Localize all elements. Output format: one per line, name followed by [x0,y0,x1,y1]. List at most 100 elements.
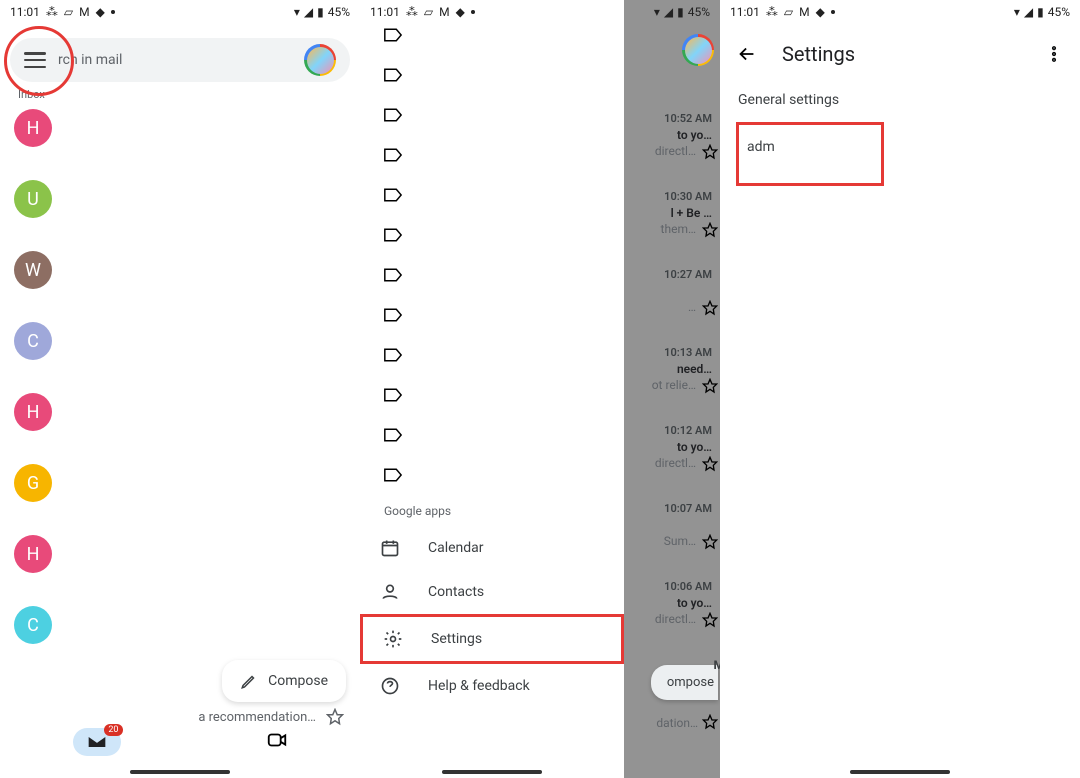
email-row[interactable]: 10:12 AMto yo…directl… [624,418,720,496]
sender-chip[interactable]: H [14,109,52,147]
slack-icon: ⁂ [46,5,58,19]
location-icon: ◆ [96,5,105,19]
nav-mail[interactable]: 20 [73,728,121,756]
notification-dot [471,10,475,14]
label-icon[interactable] [384,428,624,442]
sender-chip[interactable]: C [14,606,52,644]
star-icon[interactable] [702,456,718,472]
sender-chip[interactable]: C [14,322,52,360]
wifi-icon: ▾ [1014,5,1020,19]
avatar[interactable] [682,34,714,66]
sender-chip[interactable]: H [14,393,52,431]
email-row[interactable]: 10:52 AMto yo…directl… [624,106,720,184]
label-icon[interactable] [384,228,624,242]
back-icon[interactable] [736,43,758,65]
sender-chip[interactable]: G [14,464,52,502]
star-icon[interactable] [702,300,718,316]
label-icon[interactable] [384,268,624,282]
account-item[interactable]: adm [736,122,884,186]
gear-icon [383,629,403,649]
star-icon[interactable] [702,714,718,730]
drawer-label: Settings [431,631,482,647]
inbox-label: Inbox [18,88,360,101]
sender-chip[interactable]: H [14,535,52,573]
panel-drawer: 11:01 ⁂ ▱ M ◆ ▾ ◢ ▮ 45% [360,0,720,778]
email-row[interactable]: 10:07 AMSum… [624,496,720,574]
label-icon[interactable] [384,348,624,362]
app-icon: ▱ [784,5,793,19]
search-bar[interactable]: rch in mail [10,38,350,82]
email-row[interactable]: 10:13 AMneed…ot relie… [624,340,720,418]
section-google-apps: Google apps [384,504,624,518]
panel-inbox: 11:01 ⁂ ▱ M ◆ ▾ ◢ ▮ 45% rch in mail Inbo… [0,0,360,778]
overflow-icon[interactable] [1044,44,1064,64]
settings-header: Settings [720,24,1080,84]
drawer-label: Help & feedback [428,678,530,694]
help-icon [380,676,400,696]
status-time: 11:01 [730,5,760,19]
panel-settings: 11:01 ⁂ ▱ M ◆ ▾ ◢ ▮ 45% Settings General… [720,0,1080,778]
star-icon[interactable] [702,612,718,628]
avatar[interactable] [304,44,336,76]
star-icon[interactable] [702,144,718,160]
drawer-item-help[interactable]: Help & feedback [360,664,624,708]
label-icon[interactable] [384,148,624,162]
status-bar: 11:01 ⁂ ▱ M ◆ ▾ ◢ ▮ 45% [360,0,720,24]
star-icon[interactable] [702,534,718,550]
gesture-handle[interactable] [130,770,230,774]
label-icon[interactable] [384,188,624,202]
drawer-item-calendar[interactable]: Calendar [360,526,624,570]
snippet-text: dation… [656,716,698,730]
battery-pct: 45% [328,5,350,19]
compose-label: Compose [268,673,328,689]
status-time: 11:01 [10,5,40,19]
compose-button[interactable]: ompose [651,665,718,700]
sender-chip[interactable]: U [14,180,52,218]
email-row[interactable]: 10:27 AM… [624,262,720,340]
sender-chips: H U W C H G H C [0,101,360,644]
general-settings-item[interactable]: General settings [736,84,1064,122]
label-icon[interactable] [384,468,624,482]
page-title: Settings [782,42,855,66]
notification-dot [831,10,835,14]
app-icon: ▱ [424,5,433,19]
sender-chip[interactable]: W [14,251,52,289]
location-icon: ◆ [816,5,825,19]
label-icon[interactable] [384,68,624,82]
account-label: adm [747,139,775,155]
nav-drawer: Google apps Calendar Contacts Settings H… [360,0,624,778]
contacts-icon [380,582,400,602]
status-bar: 11:01 ⁂ ▱ M ◆ ▾ ◢ ▮ 45% [720,0,1080,24]
status-bar: 11:01 ⁂ ▱ M ◆ ▾ ◢ ▮ 45% [0,0,360,24]
compose-button[interactable]: Compose [222,660,346,702]
slack-icon: ⁂ [406,5,418,19]
gesture-handle[interactable] [850,770,950,774]
label-list [360,28,624,482]
email-row[interactable]: 10:30 AMl + Be …them… [624,184,720,262]
drawer-label: Calendar [428,540,484,556]
label-icon[interactable] [384,28,624,42]
signal-icon: ◢ [1024,5,1033,19]
battery-icon: ▮ [1037,5,1044,19]
battery-pct: 45% [688,5,710,19]
label-icon[interactable] [384,308,624,322]
wifi-icon: ▾ [294,5,300,19]
label-icon[interactable] [384,388,624,402]
signal-icon: ◢ [304,5,313,19]
star-icon[interactable] [702,378,718,394]
gesture-handle[interactable] [442,770,542,774]
nav-meet[interactable] [266,729,288,755]
settings-body: General settings adm [720,84,1080,186]
label-icon[interactable] [384,108,624,122]
menu-icon[interactable] [24,52,46,68]
slack-icon: ⁂ [766,5,778,19]
status-time: 11:01 [370,5,400,19]
drawer-item-settings[interactable]: Settings [360,614,624,664]
drawer-item-contacts[interactable]: Contacts [360,570,624,614]
notification-dot [111,10,115,14]
drawer-label: Contacts [428,584,484,600]
bottom-nav: 20 [0,720,360,764]
star-icon[interactable] [702,222,718,238]
search-input[interactable]: rch in mail [58,52,292,68]
email-row[interactable]: 10:06 AMto yo…directl… [624,574,720,652]
